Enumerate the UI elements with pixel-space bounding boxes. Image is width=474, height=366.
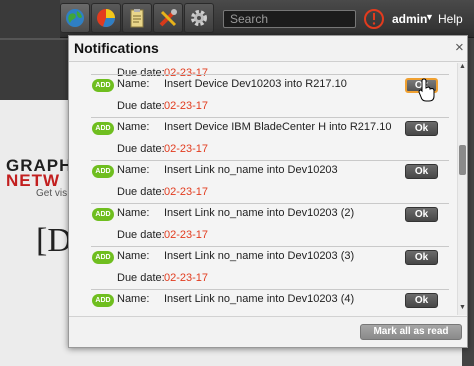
due-date-value: 02-23-17	[164, 100, 209, 112]
scroll-thumb[interactable]	[459, 145, 466, 175]
add-badge: ADD	[92, 294, 114, 307]
notification-name: Insert Device Dev10203 into R217.10	[164, 78, 347, 90]
notifications-panel: Notifications × Due date: 02-23-17 ADD N…	[68, 35, 468, 348]
divider	[91, 117, 449, 118]
name-label: Name:	[117, 164, 150, 176]
background-tagline: Get vis	[36, 188, 68, 199]
globe-icon	[66, 9, 84, 27]
notification-name: Insert Link no_name into Dev10203 (2)	[164, 207, 355, 219]
divider	[91, 246, 449, 247]
due-date-value: 02-23-17	[164, 186, 209, 198]
due-date-label: Due date:	[117, 100, 165, 112]
notification-name: Insert Link no_name into Dev10203 (3)	[164, 250, 355, 262]
ok-button[interactable]: Ok	[405, 164, 438, 179]
add-badge: ADD	[92, 79, 114, 92]
due-date-value: 02-23-17	[164, 229, 209, 241]
name-label: Name:	[117, 207, 150, 219]
divider	[91, 289, 449, 290]
chevron-down-icon[interactable]: ▼	[425, 12, 434, 22]
notifications-footer: Mark all as read	[69, 316, 467, 347]
chart-icon	[97, 9, 116, 28]
list-item: ADD Name: Insert Link no_name into Dev10…	[77, 160, 449, 202]
globe-button[interactable]	[60, 3, 90, 33]
list-item: ADD Name: Insert Device IBM BladeCenter …	[77, 117, 449, 159]
scrollbar[interactable]: ▲ ▼	[457, 63, 467, 315]
help-link[interactable]: Help	[438, 12, 463, 26]
search-input[interactable]	[223, 10, 356, 28]
notifications-title: Notifications	[74, 40, 159, 56]
tools-button[interactable]	[153, 3, 183, 33]
settings-button[interactable]	[184, 3, 214, 33]
add-badge: ADD	[92, 208, 114, 221]
background-heading: [D	[36, 222, 72, 259]
ok-button[interactable]: Ok	[405, 293, 438, 308]
add-badge: ADD	[92, 251, 114, 264]
scroll-up-arrow-icon[interactable]: ▲	[459, 63, 466, 70]
name-label: Name:	[117, 293, 150, 305]
clipboard-icon	[130, 9, 144, 28]
divider	[91, 74, 449, 75]
due-date-label: Due date:	[117, 143, 165, 155]
tools-icon	[159, 9, 177, 27]
ok-button[interactable]: Ok	[405, 121, 438, 136]
notification-name: Insert Device IBM BladeCenter H into R21…	[164, 121, 392, 133]
scroll-down-arrow-icon[interactable]: ▼	[459, 304, 466, 311]
gear-icon	[191, 10, 207, 26]
add-badge: ADD	[92, 165, 114, 178]
name-label: Name:	[117, 78, 150, 90]
due-date-value: 02-23-17	[164, 272, 209, 284]
list-item: ADD Name: Insert Link no_name into Dev10…	[77, 203, 449, 245]
user-menu[interactable]: admin	[392, 12, 427, 26]
toolbar-left-area	[0, 0, 60, 38]
name-label: Name:	[117, 121, 150, 133]
chart-button[interactable]	[91, 3, 121, 33]
name-label: Name:	[117, 250, 150, 262]
notifications-list: Due date: 02-23-17 ADD Name: Insert Devi…	[69, 63, 457, 315]
divider	[91, 160, 449, 161]
notification-name: Insert Link no_name into Dev10203	[164, 164, 338, 176]
list-item: ADD Name: Insert Link no_name into Dev10…	[77, 246, 449, 288]
ok-button[interactable]: Ok	[405, 250, 438, 265]
ok-button[interactable]: Ok	[405, 207, 438, 222]
list-item: ADD Name: Insert Device Dev10203 into R2…	[77, 74, 449, 116]
notification-name: Insert Link no_name into Dev10203 (4)	[164, 293, 355, 305]
due-date-label: Due date:	[117, 229, 165, 241]
list-item: ADD Name: Insert Link no_name into Dev10…	[77, 289, 449, 315]
due-date-value: 02-23-17	[164, 143, 209, 155]
due-date-label: Due date:	[117, 186, 165, 198]
power-alert-icon[interactable]	[363, 8, 385, 30]
add-badge: ADD	[92, 122, 114, 135]
mark-all-read-button[interactable]: Mark all as read	[360, 324, 462, 340]
due-date-label: Due date:	[117, 272, 165, 284]
divider	[91, 203, 449, 204]
hand-cursor-icon	[418, 78, 435, 102]
top-toolbar: admin ▼ Help	[0, 0, 474, 38]
clipboard-button[interactable]	[122, 3, 152, 33]
close-icon[interactable]: ×	[455, 39, 464, 56]
notifications-header: Notifications ×	[69, 36, 467, 62]
